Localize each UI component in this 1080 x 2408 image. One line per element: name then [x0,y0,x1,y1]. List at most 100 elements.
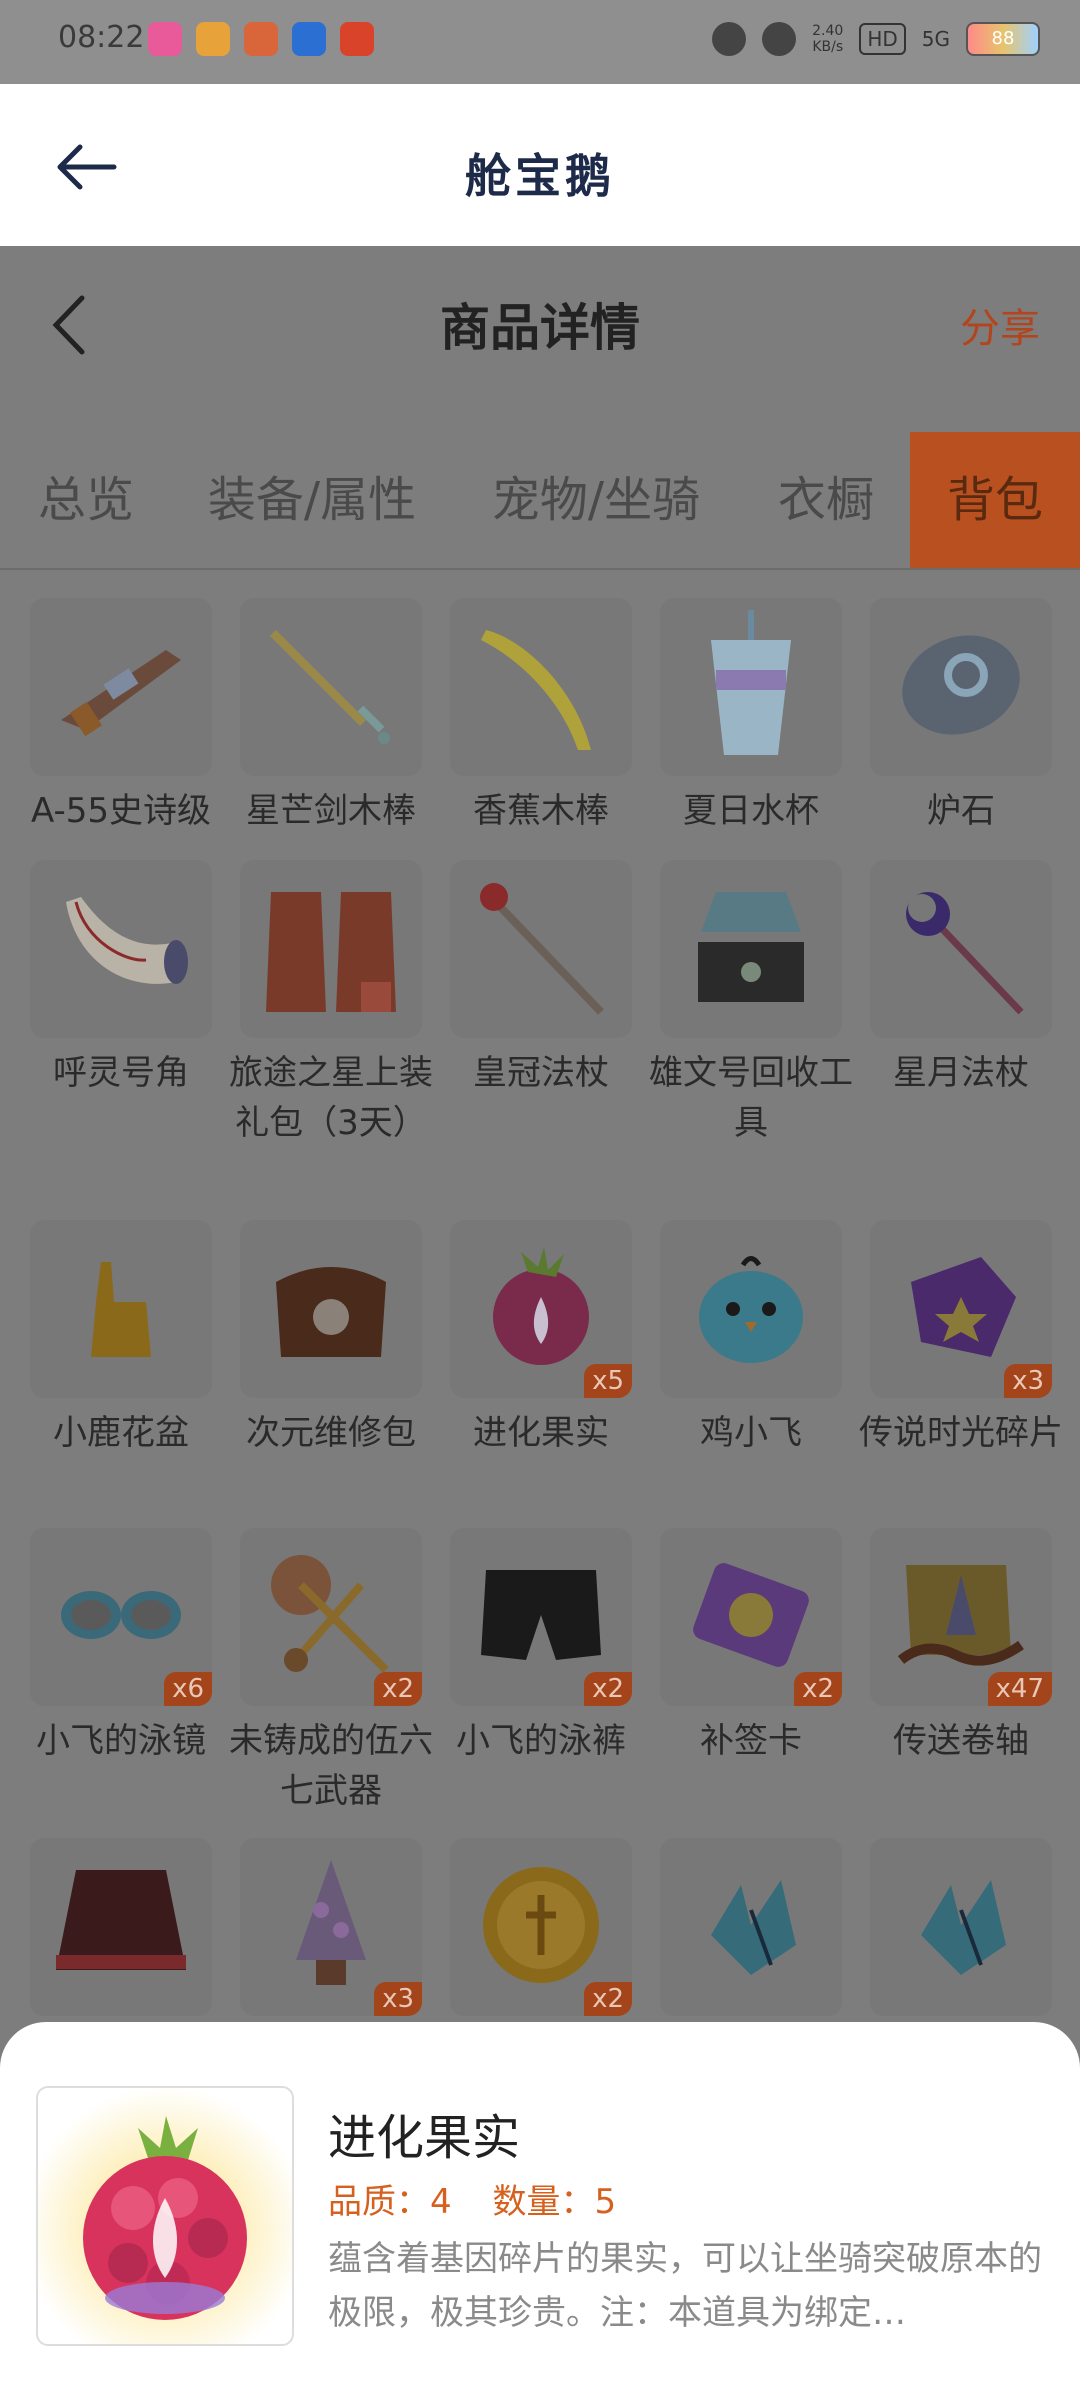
page-title: 商品详情 [440,299,640,357]
sword-icon [256,620,406,754]
item-thumbnail [660,598,842,776]
gun-icon [46,625,196,749]
item-thumbnail: x2 [450,1528,632,1706]
tab-backpack[interactable]: 背包 [910,432,1080,568]
item-cell[interactable] [660,1838,842,2016]
tab-wardrobe[interactable]: 衣橱 [764,432,888,568]
item-thumbnail [660,1220,842,1398]
ice-crystal-icon [891,1855,1031,1999]
item-thumbnail: x3 [240,1838,422,2016]
quantity-badge: x47 [987,1672,1052,1706]
fragment-icon [891,1242,1031,1376]
app-notification-icon [244,22,278,56]
deer-pot-icon [66,1242,176,1376]
item-cell[interactable]: 小鹿花盆 [30,1220,212,1458]
item-thumbnail [240,598,422,776]
item-thumbnail [240,1220,422,1398]
item-cell[interactable] [30,1838,212,2016]
item-cell[interactable]: x3 [240,1838,422,2016]
item-thumbnail [30,1838,212,2016]
item-cell[interactable]: x3 传说时光碎片 [859,1220,1063,1458]
item-cell[interactable]: A-55史诗级 [30,598,212,836]
item-quantity: 数量：5 [492,2182,617,2222]
item-cell[interactable]: x47 传送卷轴 [870,1528,1052,1766]
item-label: 夏日水杯 [683,791,819,831]
item-label: 补签卡 [700,1721,802,1761]
item-cell[interactable]: x6 小飞的泳镜 [30,1528,212,1766]
item-cell[interactable] [870,1838,1052,2016]
moon-staff-icon [886,872,1036,1026]
goggles-icon [46,1560,196,1674]
item-label: 星月法杖 [893,1053,1029,1093]
item-thumbnail: x2 [240,1528,422,1706]
chick-icon [681,1237,821,1381]
item-cell[interactable]: 夏日水杯 [660,598,842,836]
flower-cone-icon [281,1850,381,2004]
tab-bar: 总览 装备/属性 宠物/坐骑 衣橱 背包 [0,432,1080,570]
item-thumbnail [30,860,212,1038]
item-cell[interactable]: 雄文号回收工具 [649,860,853,1148]
scroll-icon [886,1545,1036,1689]
item-cell[interactable]: 星月法杖 [870,860,1052,1098]
item-thumbnail [30,598,212,776]
item-label: 传说时光碎片 [859,1413,1063,1453]
status-app-icons [148,22,374,56]
outfit-icon [251,872,411,1026]
app-notification-icon [340,22,374,56]
item-thumbnail [240,860,422,1038]
item-detail-meta: 品质：4 数量：5 [328,2174,616,2223]
quantity-badge: x5 [584,1364,632,1398]
item-detail-sheet: 进化果实 品质：4 数量：5 蕴含着基因碎片的果实，可以让坐骑突破原本的极限，极… [0,2022,1080,2408]
item-label: 呼灵号角 [53,1053,189,1093]
card-icon [681,1550,821,1684]
quantity-badge: x3 [1004,1364,1052,1398]
tab-equipment[interactable]: 装备/属性 [190,432,434,568]
item-thumbnail [450,598,632,776]
quantity-badge: x6 [164,1672,212,1706]
item-detail-image [36,2086,294,2346]
item-label: 香蕉木棒 [473,791,609,831]
recycle-box-icon [676,872,826,1026]
item-thumbnail [870,598,1052,776]
item-label: 传送卷轴 [893,1721,1029,1761]
item-thumbnail [450,860,632,1038]
horn-icon [46,882,196,1016]
signal-icon: 5G [921,27,950,51]
ice-crystal-icon [681,1855,821,1999]
repair-bag-icon [256,1242,406,1376]
item-cell[interactable]: x2 [450,1838,632,2016]
item-label: 雄文号回收工具 [649,1053,853,1143]
item-label: 未铸成的伍六七武器 [229,1721,433,1811]
berry-icon [83,2116,247,2320]
berry-icon [466,1232,616,1386]
item-detail-name: 进化果实 [328,2110,521,2166]
item-thumbnail: x47 [870,1528,1052,1706]
item-cell[interactable]: 香蕉木棒 [450,598,632,836]
item-cell[interactable]: 星芒剑木棒 [240,598,422,836]
staff-icon [466,872,616,1026]
tab-pets-mounts[interactable]: 宠物/坐骑 [474,432,718,568]
item-cell[interactable]: x5 进化果实 [450,1220,632,1458]
item-label: 进化果实 [473,1413,609,1453]
status-right-icons: 2.40 KB/s HD 5G 88 [712,22,1040,56]
item-cell[interactable]: 皇冠法杖 [450,860,632,1098]
item-cell[interactable]: 旅途之星上装礼包（3天） [229,860,433,1148]
quantity-badge: x2 [584,1672,632,1706]
item-cell[interactable]: x2 未铸成的伍六七武器 [229,1528,433,1816]
app-notification-icon [148,22,182,56]
item-label: 小鹿花盆 [53,1413,189,1453]
item-cell[interactable]: 鸡小飞 [660,1220,842,1458]
item-cell[interactable]: 次元维修包 [240,1220,422,1458]
item-cell[interactable]: 呼灵号角 [30,860,212,1098]
item-label: 小飞的泳镜 [36,1721,206,1761]
hearthstone-icon [886,620,1036,754]
item-cell[interactable]: 炉石 [870,598,1052,836]
quantity-badge: x2 [374,1672,422,1706]
item-cell[interactable]: x2 补签卡 [660,1528,842,1766]
tab-overview[interactable]: 总览 [14,432,158,568]
mute-icon [762,22,797,56]
alipay-icon [292,22,326,56]
item-cell[interactable]: x2 小飞的泳裤 [450,1528,632,1766]
item-label: 鸡小飞 [700,1413,802,1453]
share-button[interactable]: 分享 [960,296,1040,354]
